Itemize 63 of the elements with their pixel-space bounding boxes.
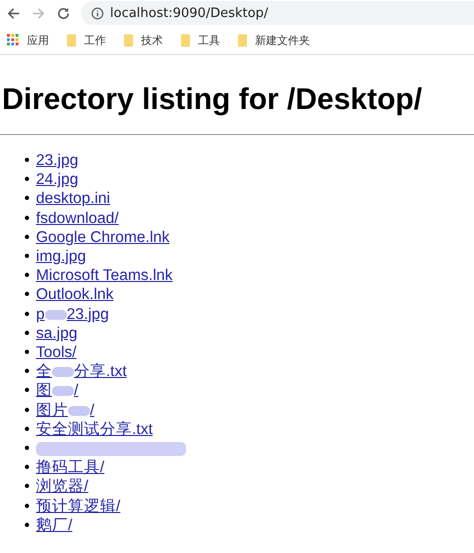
redaction-smear <box>44 310 67 320</box>
file-link[interactable]: 23.jpg <box>66 306 109 323</box>
list-bullet: • <box>23 400 31 420</box>
folder-icon <box>181 34 190 46</box>
list-bullet: • <box>23 439 31 458</box>
file-link[interactable]: desktop.ini <box>36 190 110 208</box>
back-icon[interactable] <box>6 6 21 20</box>
list-bullet: • <box>23 324 31 344</box>
file-link[interactable]: / <box>74 382 78 400</box>
file-link[interactable]: Microsoft Teams.lnk <box>36 267 173 284</box>
file-link[interactable]: sa.jpg <box>36 324 78 342</box>
folder-icon <box>67 34 76 46</box>
list-bullet: • <box>23 381 31 401</box>
file-link[interactable]: 分享.txt <box>74 363 127 380</box>
folder-icon <box>238 34 247 46</box>
file-link[interactable]: 预计算逻辑/ <box>36 498 120 515</box>
file-link[interactable]: fsdownload/ <box>36 210 119 227</box>
list-bullet: • <box>23 266 31 286</box>
bookmark-item[interactable]: 工具 <box>181 32 220 48</box>
url-text: localhost:9090/Desktop/ <box>110 6 268 20</box>
file-link[interactable]: / <box>90 402 94 419</box>
file-link[interactable]: 23.jpg <box>36 152 78 169</box>
file-link[interactable]: p <box>36 306 45 323</box>
list-bullet: • <box>23 458 31 478</box>
file-link[interactable]: 安全测试分享.txt <box>36 420 153 438</box>
address-bar[interactable]: localhost:9090/Desktop/ <box>81 1 474 25</box>
list-bullet: • <box>23 151 31 170</box>
file-link[interactable]: 撸码工具/ <box>36 459 104 476</box>
list-bullet: • <box>23 343 31 362</box>
list-bullet: • <box>23 189 31 209</box>
file-link[interactable]: img.jpg <box>36 248 86 266</box>
info-icon <box>91 6 104 20</box>
file-link[interactable]: 24.jpg <box>36 171 78 188</box>
redaction-smear <box>52 386 74 396</box>
redaction-smear <box>68 406 90 416</box>
bookmark-item[interactable]: 应用 <box>7 32 49 48</box>
list-bullet: • <box>23 304 31 324</box>
list-bullet: • <box>23 247 31 266</box>
file-link[interactable]: 图 <box>36 382 52 400</box>
bookmark-item[interactable]: 技术 <box>124 32 163 48</box>
list-bullet: • <box>23 477 31 497</box>
file-link[interactable]: 浏览器/ <box>36 478 88 496</box>
list-bullet: • <box>23 208 31 228</box>
apps-grid-icon <box>7 34 19 46</box>
list-bullet: • <box>23 516 31 536</box>
file-link[interactable]: Tools/ <box>36 344 76 362</box>
list-bullet: • <box>23 420 31 440</box>
list-bullet: • <box>23 285 31 305</box>
folder-icon <box>124 34 133 46</box>
bookmark-item[interactable]: 工作 <box>67 32 106 48</box>
list-bullet: • <box>23 170 31 190</box>
redaction-smear <box>52 367 74 378</box>
bookmark-item[interactable]: 新建文件夹 <box>238 32 310 48</box>
list-bullet: • <box>23 362 31 382</box>
list-bullet: • <box>23 496 31 516</box>
file-link[interactable]: Google Chrome.lnk <box>36 228 170 246</box>
list-bullet: • <box>23 228 31 248</box>
reload-icon[interactable] <box>56 6 71 20</box>
file-link[interactable]: 图片 <box>36 402 68 419</box>
file-link[interactable]: 鹅厂/ <box>36 516 72 534</box>
file-link[interactable]: Outlook.lnk <box>36 286 114 304</box>
page-heading: Directory listing for /Desktop/ <box>2 82 424 118</box>
file-link[interactable]: 全 <box>36 363 52 380</box>
